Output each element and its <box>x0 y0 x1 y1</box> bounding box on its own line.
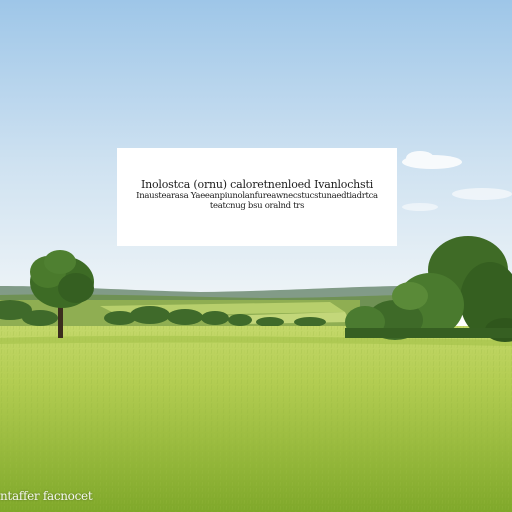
caption-subtitle: Inaustearasa Yaeeanpiunolanfureawnecstuc… <box>136 191 378 201</box>
watermark-text: ‎ntaffer facnocet <box>0 489 93 503</box>
landscape-photo <box>0 0 512 512</box>
caption-box: Inolostca (ornu) caloretnenloed Ivanloch… <box>117 148 397 246</box>
landscape-scene: Inolostca (ornu) caloretnenloed Ivanloch… <box>0 0 512 512</box>
caption-detail: teatcnug bsu oralnd trs <box>209 201 305 211</box>
caption-title: Inolostca (ornu) caloretnenloed Ivanloch… <box>140 178 374 191</box>
